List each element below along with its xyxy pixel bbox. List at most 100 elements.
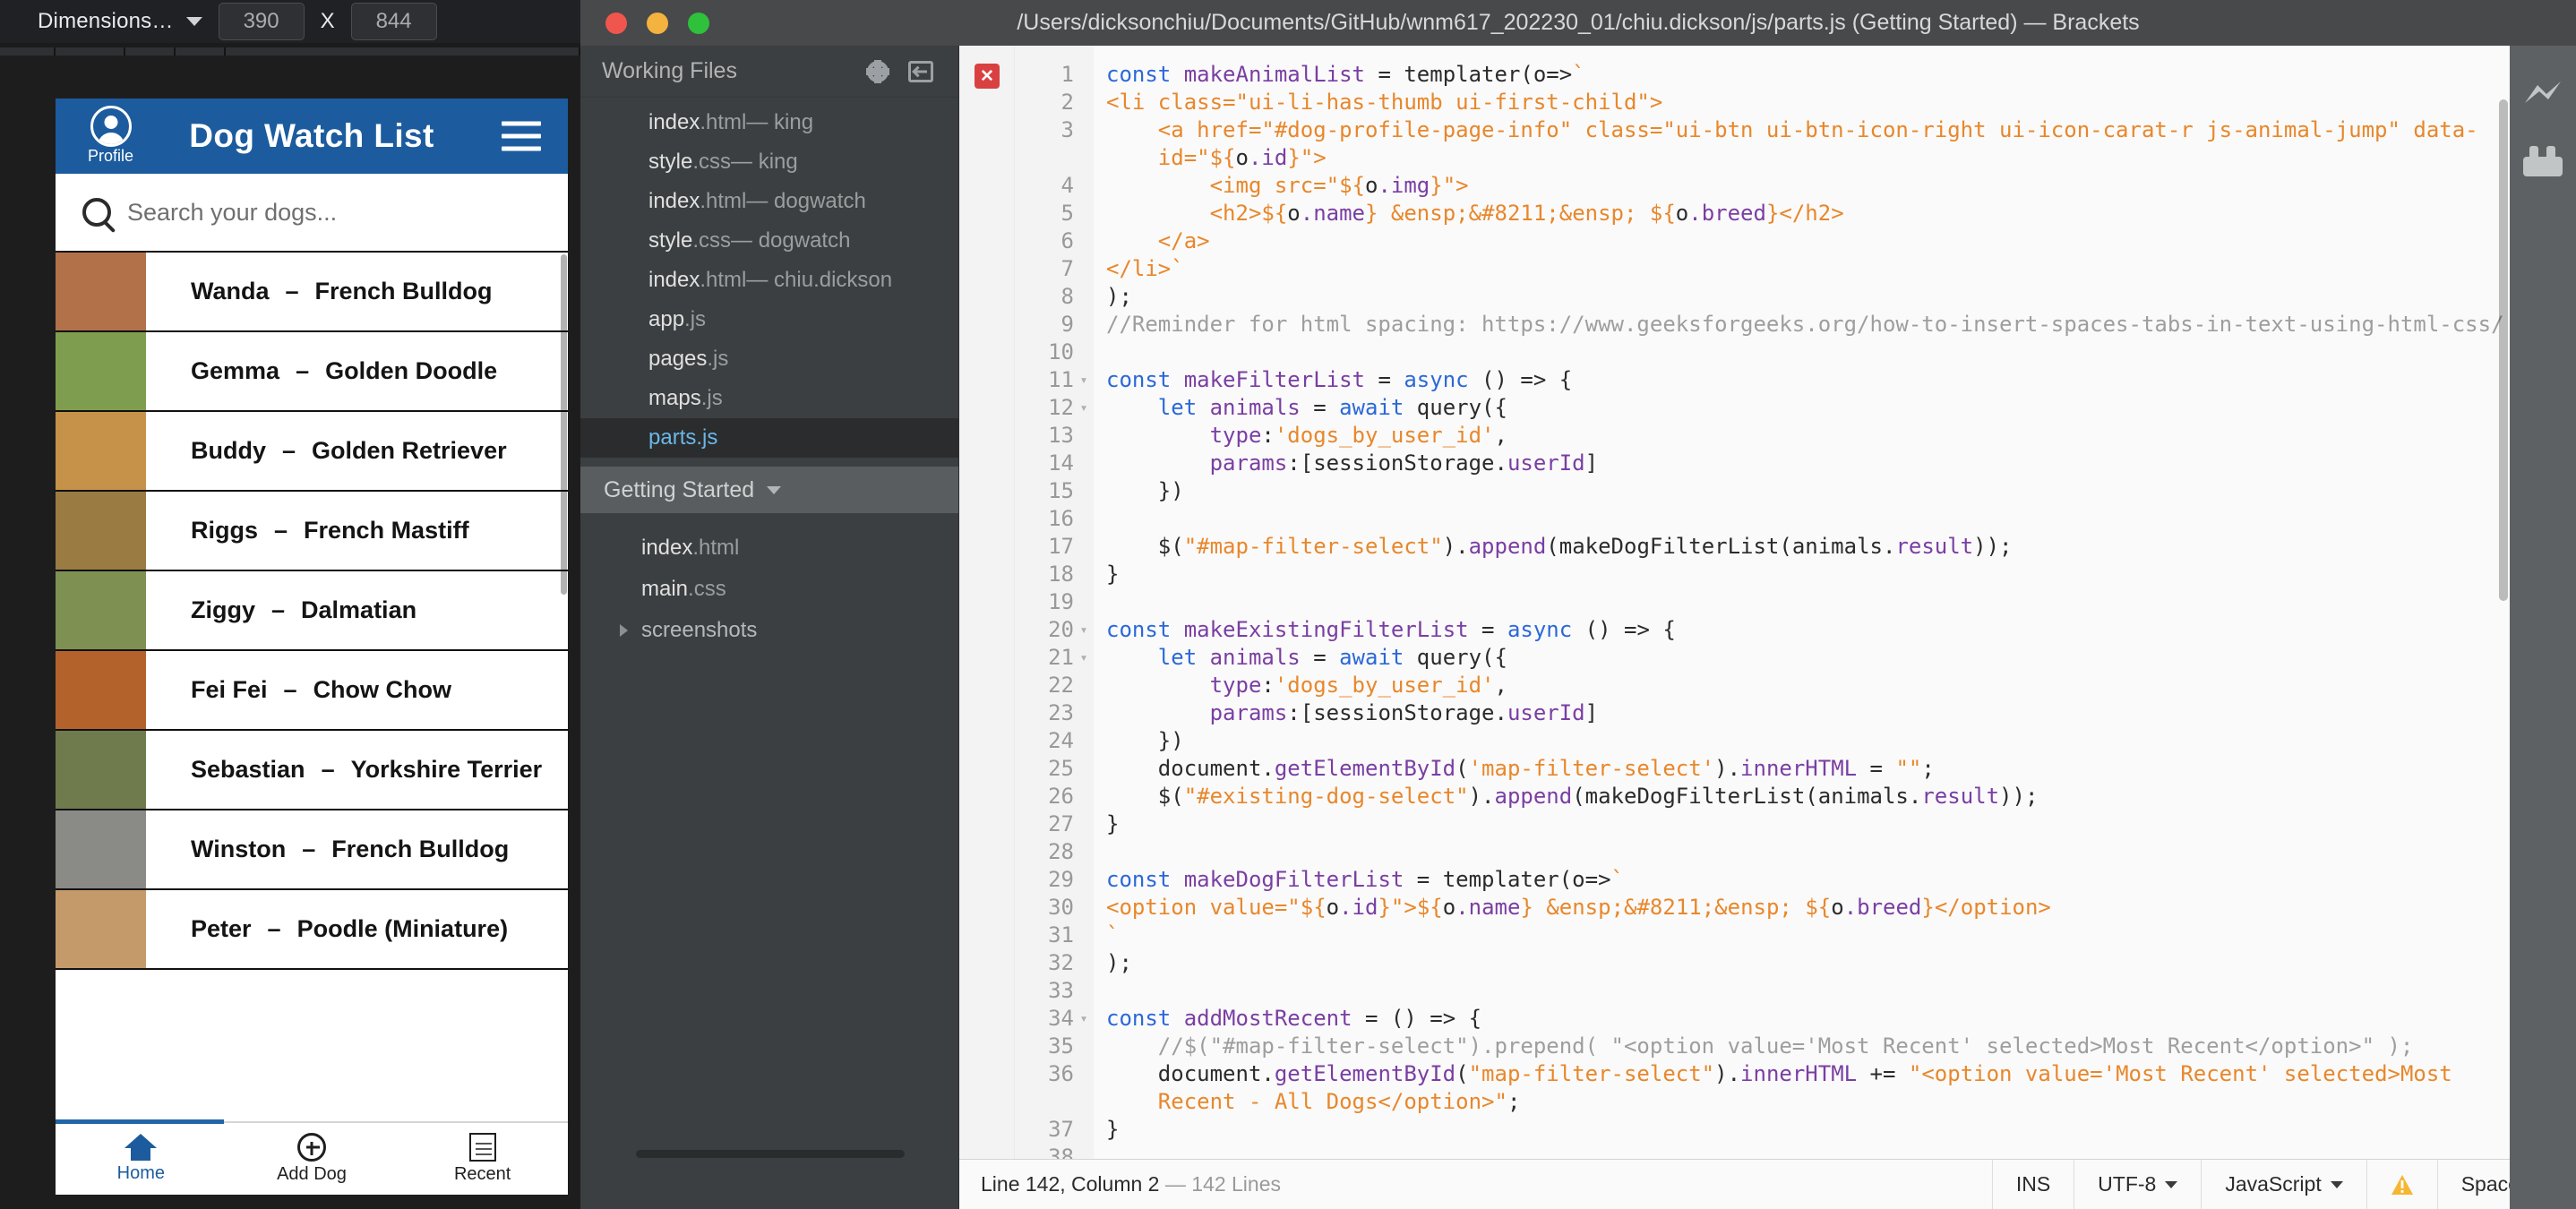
fold-marker[interactable]: ▾ [1074, 366, 1094, 394]
line-number [1015, 144, 1074, 172]
working-file-item[interactable]: style .css — dogwatch [580, 221, 958, 261]
editor-area: ✕ 123 4 5 6 7 8 9 10 11 12 13 14 15 16 17 18 19 20 21 22 23… [636, 46, 2576, 1209]
dog-list-item[interactable]: Wanda – French Bulldog [56, 253, 568, 332]
code-token: , [1494, 423, 1507, 448]
dog-breed: Golden Doodle [325, 357, 498, 384]
dog-list-scrollbar[interactable] [561, 254, 567, 595]
fold-marker[interactable]: ▾ [1074, 1005, 1094, 1033]
fold-marker [1074, 561, 1094, 588]
code-line: </li>` [1106, 255, 2510, 283]
code-token: makeDogFilterList [1183, 867, 1404, 892]
fold-marker[interactable]: ▾ [1074, 616, 1094, 644]
working-file-name: index [648, 189, 700, 213]
dog-list-item[interactable]: Sebastian – Yorkshire Terrier [56, 731, 568, 810]
dog-list-item[interactable]: Gemma – Golden Doodle [56, 332, 568, 412]
working-file-item[interactable]: maps .js [580, 379, 958, 418]
minimize-window-button[interactable] [647, 12, 668, 34]
fold-marker [1074, 477, 1094, 505]
code-token: ${ [1261, 201, 1288, 226]
working-file-item[interactable]: pages .js [580, 339, 958, 379]
code-token: result [1895, 534, 1974, 559]
language-select[interactable]: JavaScript [2201, 1160, 2366, 1209]
hamburger-menu-icon[interactable] [502, 121, 541, 151]
device-width-input[interactable]: 390 [218, 3, 305, 40]
error-marker-icon[interactable]: ✕ [975, 64, 1000, 89]
dog-name: Ziggy [191, 596, 255, 623]
dog-thumbnail [56, 332, 146, 410]
close-window-button[interactable] [605, 12, 627, 34]
code-token: .name [1455, 895, 1521, 920]
project-tree-file[interactable]: index .html [580, 527, 958, 569]
document-icon [468, 1133, 496, 1162]
gear-icon[interactable] [867, 60, 889, 82]
code-line: } [1106, 1116, 2510, 1144]
line-number: 34 [1048, 1006, 1074, 1031]
problems-indicator[interactable] [2366, 1160, 2437, 1209]
code-token: () => { [1572, 617, 1676, 642]
working-file-item[interactable]: style .css — king [580, 142, 958, 182]
device-height-input[interactable]: 844 [350, 3, 437, 40]
project-file-tree[interactable]: index .html main .css screenshots [580, 513, 958, 651]
code-fold-gutter[interactable]: ▾ ▾ ▾ ▾ ▾ [1074, 46, 1094, 1159]
tab-home[interactable]: Home [56, 1123, 227, 1195]
project-tree-file[interactable]: main .css [580, 569, 958, 610]
code-token: 'dogs_by_user_id' [1274, 423, 1495, 448]
project-tree-name: main [641, 577, 689, 601]
tab-recent[interactable]: Recent [397, 1123, 568, 1195]
fold-marker [1074, 672, 1094, 699]
extension-manager-lego-icon[interactable] [2523, 146, 2563, 176]
dog-list-item[interactable]: Buddy – Golden Retriever [56, 412, 568, 492]
encoding-select[interactable]: UTF-8 [2074, 1160, 2201, 1209]
dog-list-item[interactable]: Winston – French Bulldog [56, 810, 568, 890]
split-view-icon[interactable] [908, 60, 933, 82]
dog-separator: – [282, 437, 296, 464]
cursor-position-status[interactable]: Line 142, Column 2 — 142 Lines [959, 1172, 1992, 1196]
working-files-list[interactable]: index .html — king style .css — king index .h… [580, 98, 958, 458]
editor-horizontal-scrollbar[interactable] [636, 1150, 905, 1158]
line-number: 38 [1048, 1145, 1074, 1159]
screen-root: Dimensions… 390 X 844 Profile Dog Watch … [0, 0, 2576, 1209]
fold-marker[interactable]: ▾ [1074, 394, 1094, 422]
code-token: ${ [1339, 173, 1365, 198]
dog-breed: French Mastiff [304, 517, 469, 544]
dog-list-item[interactable]: Ziggy – Dalmatian [56, 571, 568, 651]
code-line: <a href="#dog-profile-page-info" class="… [1106, 116, 2510, 144]
code-token: } &ensp;&#8211;&ensp; [1365, 201, 1650, 226]
fold-marker[interactable]: ▾ [1074, 644, 1094, 672]
working-file-item[interactable]: app .js [580, 300, 958, 339]
device-preset-select[interactable]: Dimensions… [38, 9, 202, 34]
code-line: Recent - All Dogs</option>"; [1106, 1088, 2510, 1116]
project-header[interactable]: Getting Started [580, 467, 958, 513]
code-token: }"> [1287, 145, 1327, 170]
dog-list-item[interactable]: Riggs – French Mastiff [56, 492, 568, 571]
code-editor[interactable]: ✕ 123 4 5 6 7 8 9 10 11 12 13 14 15 16 17 18 19 20 21 22 23… [959, 46, 2510, 1159]
maximize-window-button[interactable] [688, 12, 709, 34]
dog-list-item[interactable]: Fei Fei – Chow Chow [56, 651, 568, 731]
insert-mode-status[interactable]: INS [1991, 1160, 2074, 1209]
code-token: = templater(o=> [1365, 62, 1573, 87]
code-line: <li class="ui-li-has-thumb ui-first-chil… [1106, 89, 2510, 116]
working-file-extension: .css [692, 150, 732, 174]
code-token: $( [1106, 534, 1184, 559]
tab-add-dog[interactable]: Add Dog [227, 1123, 398, 1195]
project-tree-extension: .css [688, 577, 726, 601]
line-number: 26 [1048, 784, 1074, 809]
code-line: type:'dogs_by_user_id', [1106, 422, 2510, 450]
code-content[interactable]: const makeAnimalList = templater(o=>` <li… [1094, 46, 2510, 1159]
profile-button[interactable]: Profile [88, 106, 133, 164]
live-preview-bolt-icon[interactable] [2523, 80, 2563, 107]
code-token: <img src=" [1106, 173, 1340, 198]
code-token: .img [1378, 173, 1430, 198]
working-file-item[interactable]: parts .js [580, 418, 958, 458]
search-input[interactable] [127, 198, 568, 227]
code-token: = [1857, 756, 1896, 781]
dog-list[interactable]: Wanda – French Bulldog Gemma – Golden Doodle B… [56, 253, 568, 1121]
project-tree-folder[interactable]: screenshots [580, 610, 958, 651]
working-file-item[interactable]: index .html — king [580, 103, 958, 142]
fold-marker [1074, 838, 1094, 866]
working-file-item[interactable]: index .html — chiu.dickson [580, 261, 958, 300]
working-file-item[interactable]: index .html — dogwatch [580, 182, 958, 221]
editor-vertical-scrollbar[interactable] [2499, 99, 2508, 601]
dog-list-item[interactable]: Peter – Poodle (Miniature) [56, 890, 568, 970]
code-token: (makeDogFilterList(animals. [1572, 784, 1922, 809]
